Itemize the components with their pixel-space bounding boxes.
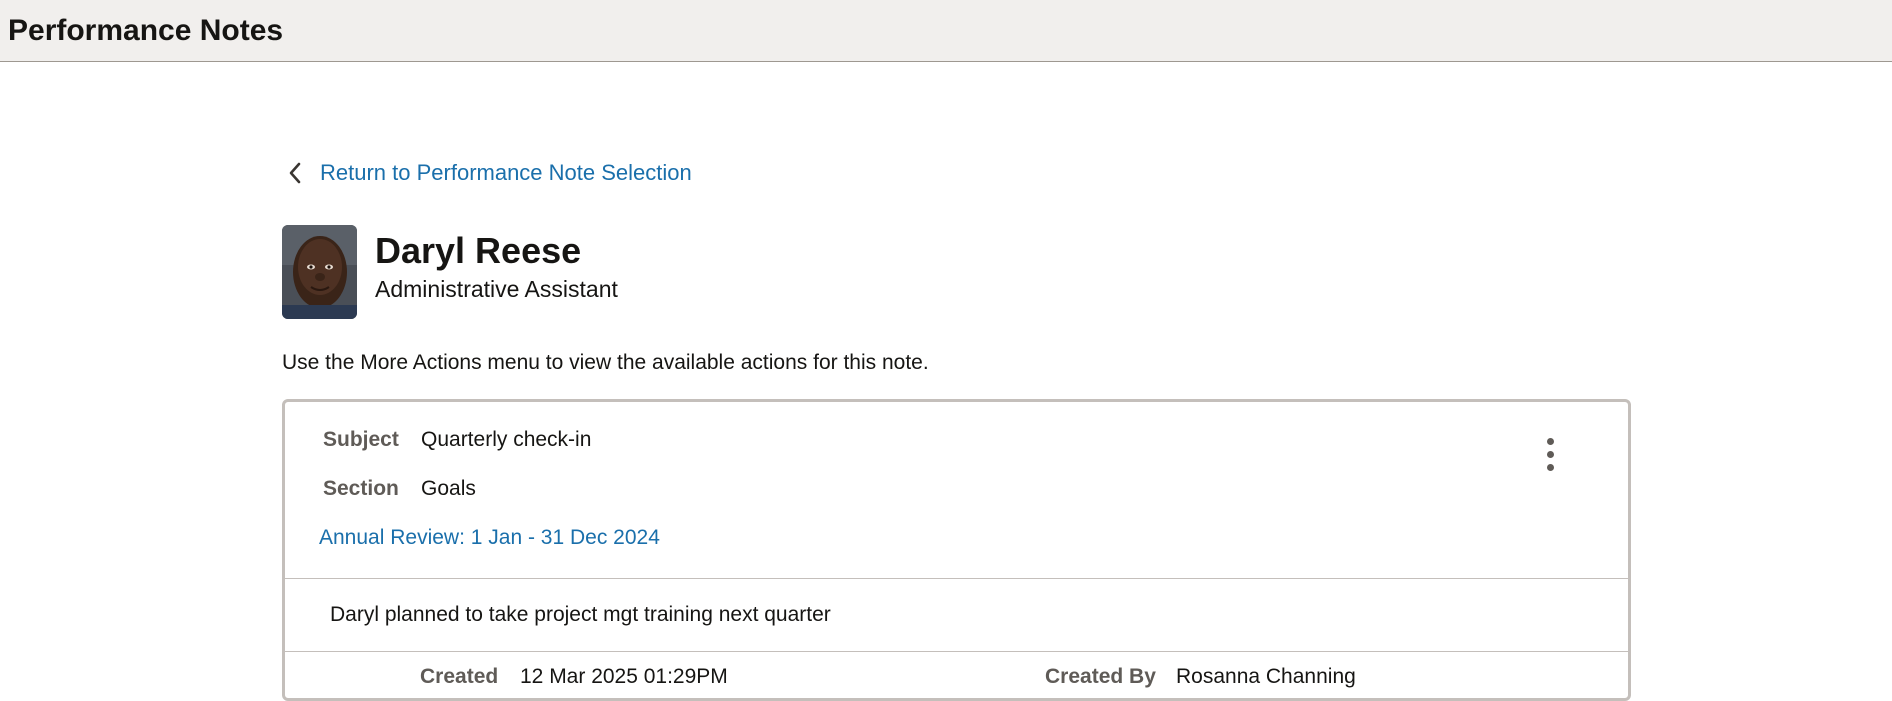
return-link[interactable]: Return to Performance Note Selection — [288, 160, 692, 186]
divider — [285, 651, 1628, 652]
created-by-label: Created By — [1045, 665, 1156, 688]
return-link-label[interactable]: Return to Performance Note Selection — [320, 160, 692, 186]
subject-value: Quarterly check-in — [421, 428, 592, 451]
divider — [285, 578, 1628, 579]
created-by-value: Rosanna Channing — [1176, 665, 1356, 688]
section-value: Goals — [421, 477, 476, 500]
note-card: Subject Quarterly check-in Section Goals… — [282, 399, 1631, 701]
section-label: Section — [323, 477, 399, 500]
annual-review-link[interactable]: Annual Review: 1 Jan - 31 Dec 2024 — [319, 526, 660, 550]
created-value: 12 Mar 2025 01:29PM — [520, 665, 728, 688]
subject-label: Subject — [323, 428, 399, 451]
instructions-text: Use the More Actions menu to view the av… — [282, 351, 929, 374]
created-label: Created — [420, 665, 499, 688]
note-body: Daryl planned to take project mgt traini… — [330, 603, 831, 626]
avatar — [282, 225, 357, 319]
page-header: Performance Notes — [0, 0, 1892, 62]
chevron-left-icon — [288, 162, 302, 184]
ellipsis-dot — [1546, 450, 1554, 458]
page-title: Performance Notes — [8, 13, 284, 47]
more-actions-button[interactable] — [1534, 432, 1566, 476]
vertical-ellipsis-icon — [1546, 437, 1554, 445]
employee-job-title: Administrative Assistant — [375, 276, 618, 302]
employee-name: Daryl Reese — [375, 230, 582, 271]
ellipsis-dot — [1546, 463, 1554, 471]
